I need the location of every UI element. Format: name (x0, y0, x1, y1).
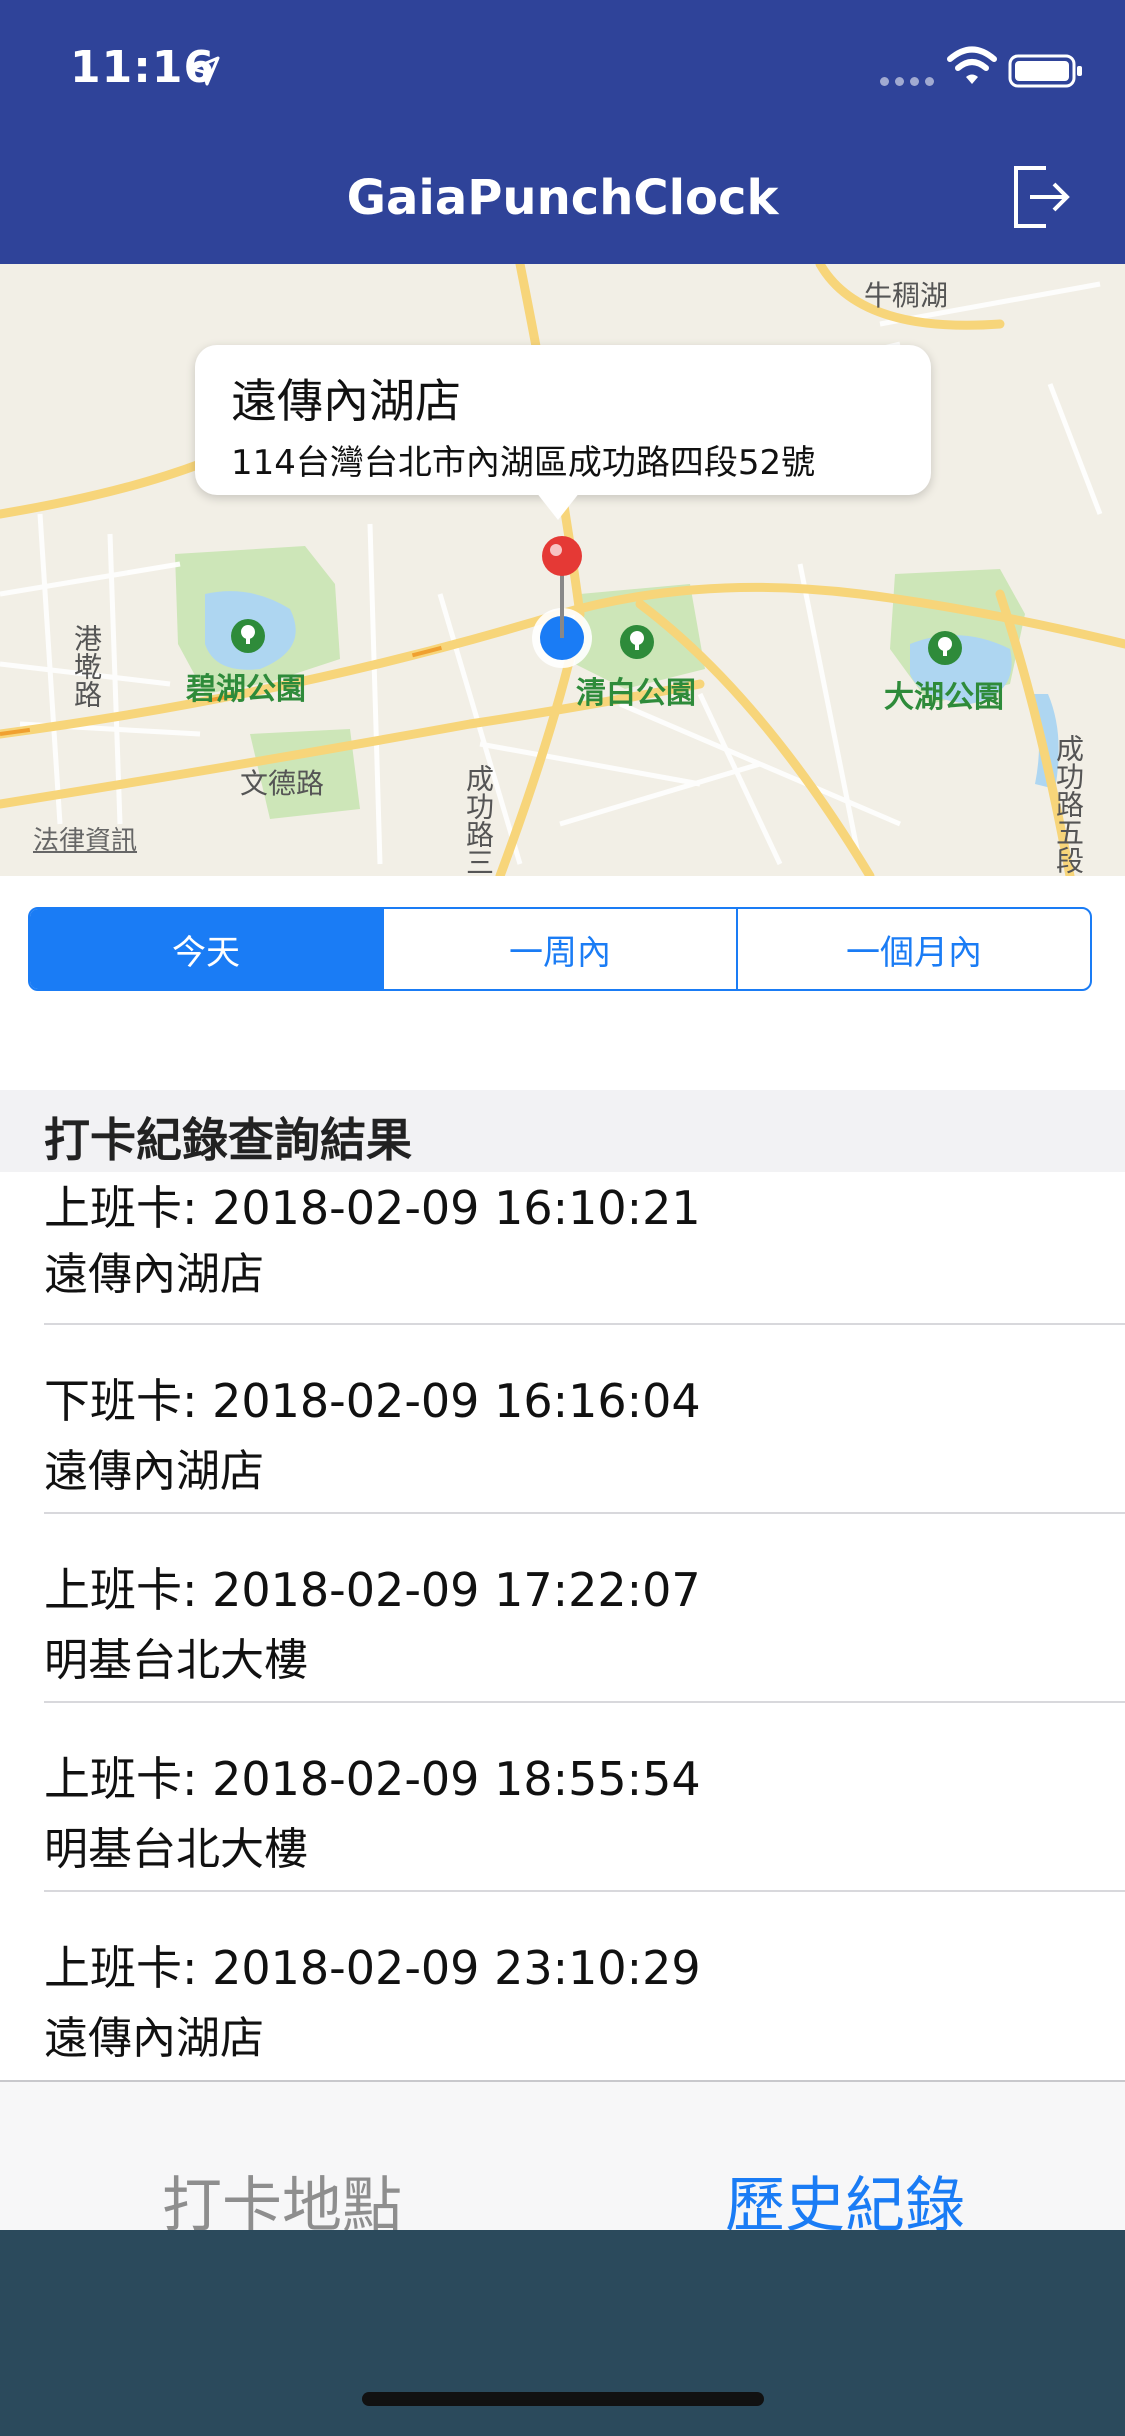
list-item[interactable]: 上班卡: 2018-02-09 16:10:21 遠傳內湖店 (0, 1172, 1125, 1325)
map-label-road: 港墘路 (70, 624, 103, 708)
callout-title: 遠傳內湖店 (231, 374, 461, 428)
map-view[interactable]: 牛稠湖 碧湖公園 清白公園 大湖公園 文德路 成功路三 成功路五段 港墘路 法律… (0, 264, 1125, 876)
cellular-signal-icon (880, 74, 936, 86)
section-header-title: 打卡紀錄查詢結果 (44, 1113, 412, 1167)
map-label: 牛稠湖 (864, 279, 949, 312)
list-item[interactable]: 上班卡: 2018-02-09 23:10:29 遠傳內湖店 (0, 1892, 1125, 2081)
list-item[interactable]: 上班卡: 2018-02-09 18:55:54 明基台北大樓 (0, 1703, 1125, 1892)
records-list[interactable]: 上班卡: 2018-02-09 16:10:21 遠傳內湖店 下班卡: 2018… (0, 1172, 1125, 2081)
map-callout[interactable]: 遠傳內湖店 114台灣台北市內湖區成功路四段52號 (195, 345, 931, 495)
map-label-road: 成功路五段 (1052, 734, 1085, 874)
callout-tail (536, 492, 580, 520)
legal-link[interactable]: 法律資訊 (33, 820, 137, 857)
battery-icon (1008, 54, 1082, 88)
record-time: 上班卡: 2018-02-09 17:22:07 (44, 1563, 701, 1617)
segment-week[interactable]: 一周內 (384, 909, 738, 989)
map-label-road: 文德路 (240, 767, 325, 800)
record-location: 明基台北大樓 (44, 1635, 308, 1686)
callout-address: 114台灣台北市內湖區成功路四段52號 (231, 443, 816, 483)
record-location: 明基台北大樓 (44, 1824, 308, 1875)
map-label-road: 成功路三 (462, 764, 495, 876)
record-time: 上班卡: 2018-02-09 23:10:29 (44, 1941, 701, 1995)
tab-bar: 打卡地點 歷史紀錄 (0, 2080, 1125, 2241)
record-location: 遠傳內湖店 (44, 2013, 264, 2064)
home-indicator[interactable] (362, 2392, 764, 2406)
list-item[interactable]: 上班卡: 2018-02-09 17:22:07 明基台北大樓 (0, 1514, 1125, 1703)
segment-month[interactable]: 一個月內 (738, 909, 1090, 989)
map-label-park: 清白公園 (576, 676, 696, 711)
map-label-park: 碧湖公園 (186, 672, 306, 707)
record-location: 遠傳內湖店 (44, 1446, 264, 1497)
navigation-bar: 11:16 GaiaPunchClock (0, 0, 1125, 264)
record-time: 下班卡: 2018-02-09 16:16:04 (44, 1374, 701, 1428)
logout-icon[interactable] (1010, 164, 1072, 230)
wifi-icon (947, 46, 997, 84)
location-arrow-icon (190, 56, 220, 86)
date-range-segmented-control[interactable]: 今天 一周內 一個月內 (28, 907, 1092, 991)
record-location: 遠傳內湖店 (44, 1249, 264, 1300)
map-label-park: 大湖公園 (884, 680, 1004, 715)
segment-today[interactable]: 今天 (30, 909, 384, 989)
page-title: GaiaPunchClock (346, 170, 779, 226)
list-item[interactable]: 下班卡: 2018-02-09 16:16:04 遠傳內湖店 (0, 1325, 1125, 1514)
section-header: 打卡紀錄查詢結果 (0, 1090, 1125, 1172)
record-time: 上班卡: 2018-02-09 18:55:54 (44, 1752, 701, 1806)
record-time: 上班卡: 2018-02-09 16:10:21 (44, 1181, 701, 1235)
